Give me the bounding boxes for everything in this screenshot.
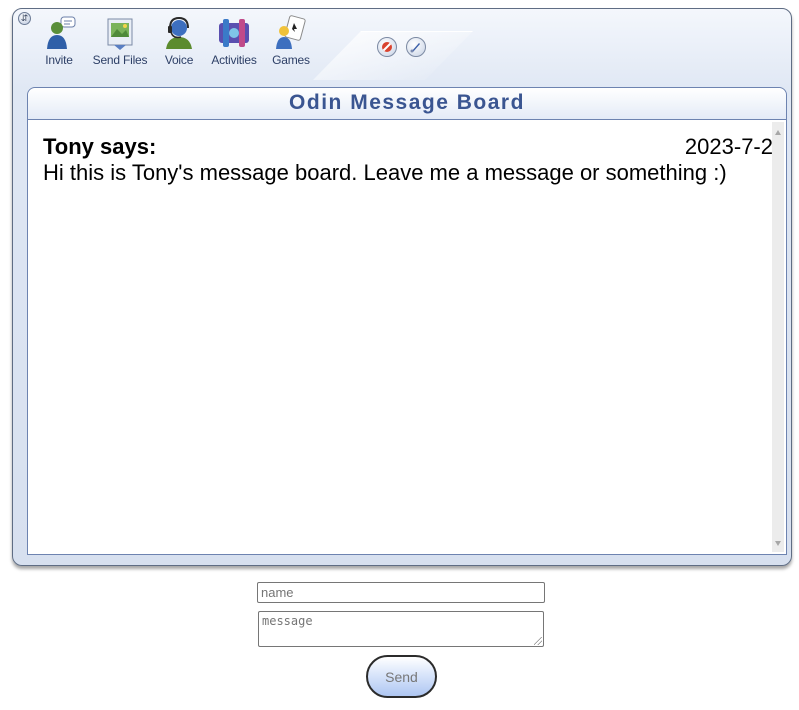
scroll-down-icon[interactable] [775,541,781,546]
invite-icon [47,16,76,49]
message-text: Hi this is Tony's message board. Leave m… [43,160,727,185]
block-icon[interactable] [377,37,397,57]
message-header: Tony says: 2023-7-2 [43,134,773,162]
board-title: Odin Message Board [28,88,786,120]
message-board-panel: Odin Message Board Tony says: 2023-7-2 H… [27,87,787,555]
games-icon [276,15,306,49]
toolbar-label: Voice [164,53,194,67]
send-button[interactable]: Send [366,655,437,698]
scroll-up-icon[interactable] [775,130,781,135]
messenger-window: ⇵ Invite Send Files Voice Activities Gam… [12,8,792,566]
message-list: Tony says: 2023-7-2 Hi this is Tony's me… [28,120,773,554]
toolbar-invite-button[interactable]: Invite [39,15,79,71]
toolbar-label: Invite [45,53,73,67]
message-input[interactable] [258,611,544,647]
toolbar-label: Activities [211,53,257,67]
paint-icon[interactable] [406,37,426,57]
send-files-icon [107,18,133,50]
toolbar-label: Games [272,53,310,67]
message-date: 2023-7-2 [684,134,773,159]
window-menu-icon[interactable]: ⇵ [18,12,31,25]
name-input[interactable] [257,582,545,603]
toolbar-activities-button[interactable]: Activities [206,15,262,71]
toolbar-voice-button[interactable]: Voice [159,15,199,71]
toolbar-games-button[interactable]: Games [269,15,313,71]
voice-icon [166,16,192,49]
resize-grip-icon[interactable] [534,637,542,645]
message-author: Tony says: [43,134,157,159]
activities-icon [219,19,249,47]
toolbar-label: Send Files [92,53,148,67]
message-scrollbar[interactable] [772,122,784,552]
toolbar-send-files-button[interactable]: Send Files [89,15,151,71]
